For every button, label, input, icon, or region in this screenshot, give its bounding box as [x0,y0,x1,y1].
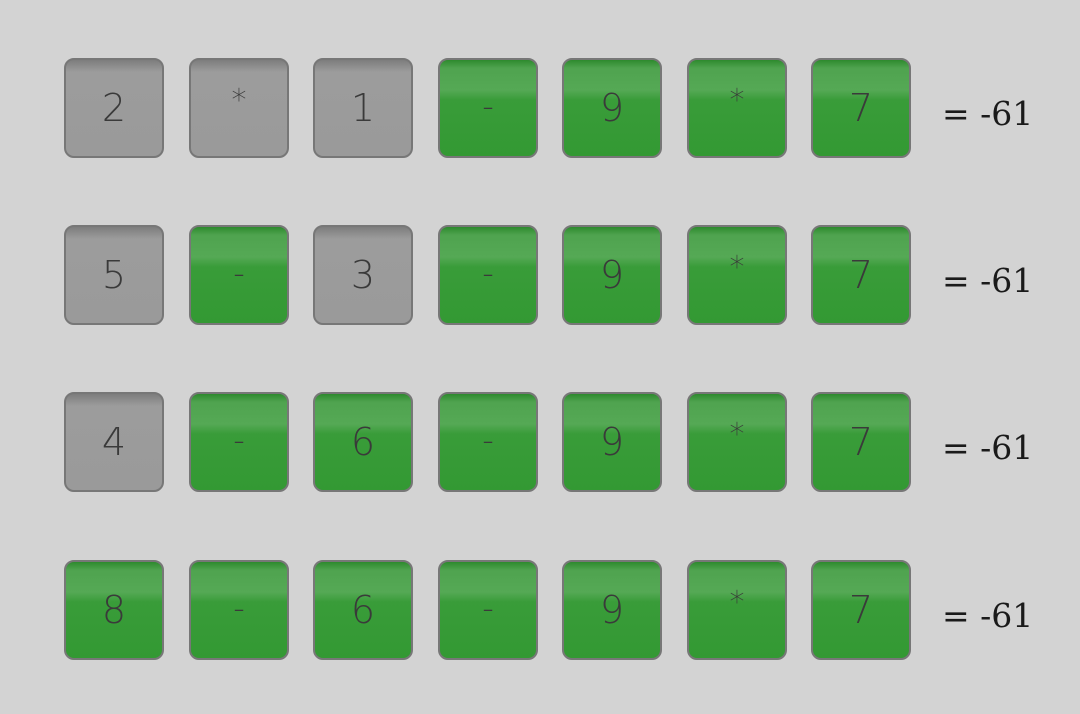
tile[interactable]: 3 [313,225,413,325]
tile[interactable]: 8 [64,560,164,660]
guess-row-3: 4 - 6 - 9 * 7 = -61 [64,392,1064,494]
tile-glyph: 6 [350,420,376,464]
tile[interactable]: - [438,560,538,660]
row-result: = -61 [942,595,1034,635]
tile[interactable]: 7 [811,58,911,158]
tile-glyph: * [231,83,247,118]
tile-glyph: 7 [848,588,874,632]
tile-glyph: 9 [599,588,625,632]
tile-glyph: 7 [848,253,874,297]
row-result: = -61 [942,427,1034,467]
tile[interactable]: 7 [811,225,911,325]
tile-glyph: 9 [599,253,625,297]
tile-glyph: 2 [101,86,127,130]
tile[interactable]: 2 [64,58,164,158]
tile-glyph: 7 [848,86,874,130]
tile[interactable]: 1 [313,58,413,158]
guess-row-2: 5 - 3 - 9 * 7 = -61 [64,225,1064,327]
tile[interactable]: * [687,560,787,660]
tile[interactable]: * [687,58,787,158]
tile[interactable]: * [687,225,787,325]
tile[interactable]: 9 [562,560,662,660]
tile-glyph: * [729,83,745,118]
tile[interactable]: * [687,392,787,492]
tile-glyph: - [233,421,245,459]
guess-row-4: 8 - 6 - 9 * 7 = -61 [64,560,1064,662]
row-result: = -61 [942,93,1034,133]
tile-glyph: 9 [599,420,625,464]
tile-glyph: - [482,254,494,292]
tile-glyph: - [482,421,494,459]
tile[interactable]: - [438,392,538,492]
tile[interactable]: 9 [562,225,662,325]
tile-glyph: - [233,589,245,627]
tile-glyph: 8 [101,588,127,632]
tile-glyph: * [729,250,745,285]
row-result: = -61 [942,260,1034,300]
tile-glyph: - [233,254,245,292]
tile[interactable]: 7 [811,392,911,492]
tile[interactable]: 9 [562,58,662,158]
tile[interactable]: - [438,58,538,158]
tile-glyph: 6 [350,588,376,632]
tile-glyph: 4 [101,420,127,464]
tile-glyph: * [729,585,745,620]
tile-glyph: 3 [350,253,376,297]
tile-glyph: 7 [848,420,874,464]
tile-glyph: - [482,589,494,627]
tile[interactable]: * [189,58,289,158]
tile[interactable]: 7 [811,560,911,660]
game-board: 2 * 1 - 9 * 7 = -61 5 - 3 - 9 * 7 = -61 … [0,0,1080,714]
guess-row-1: 2 * 1 - 9 * 7 = -61 [64,58,1064,160]
tile[interactable]: 6 [313,560,413,660]
tile[interactable]: - [438,225,538,325]
tile[interactable]: 4 [64,392,164,492]
tile[interactable]: - [189,392,289,492]
tile-glyph: * [729,417,745,452]
tile[interactable]: - [189,560,289,660]
tile-glyph: 9 [599,86,625,130]
tile[interactable]: 5 [64,225,164,325]
tile-glyph: 1 [350,86,376,130]
tile[interactable]: 9 [562,392,662,492]
tile[interactable]: 6 [313,392,413,492]
tile-glyph: - [482,87,494,125]
tile-glyph: 5 [101,253,127,297]
tile[interactable]: - [189,225,289,325]
